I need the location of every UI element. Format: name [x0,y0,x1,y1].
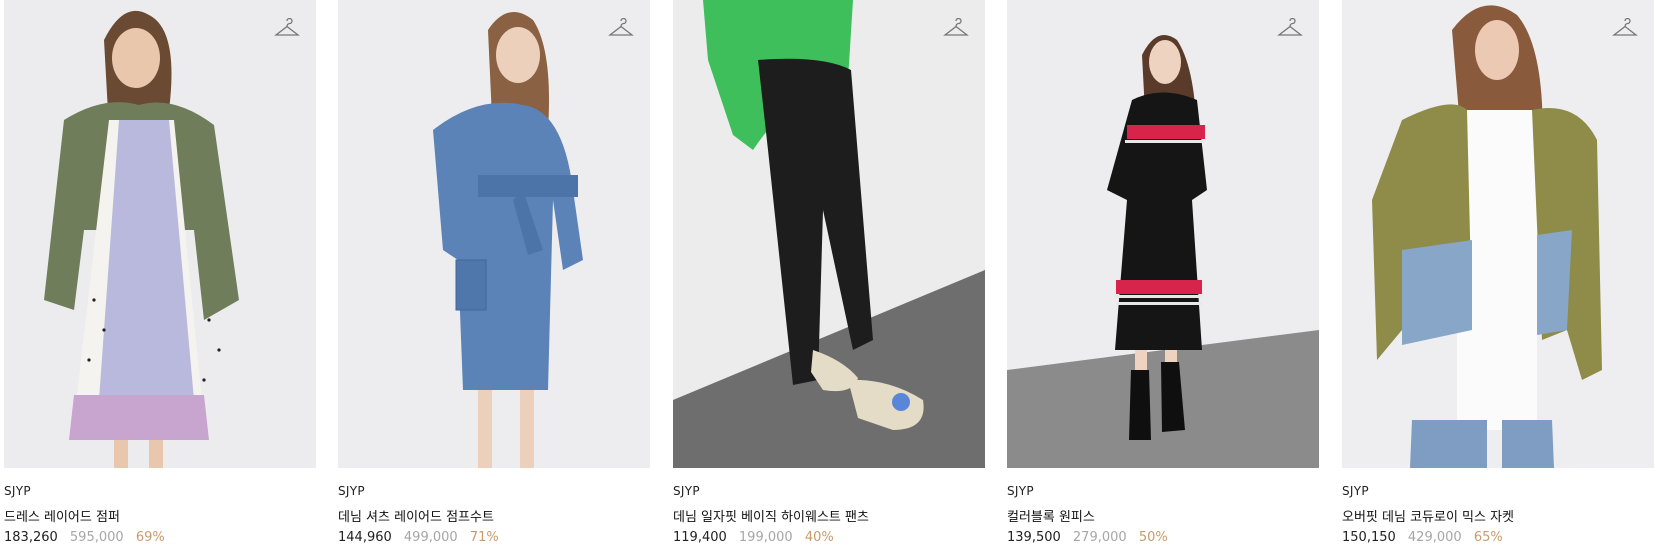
sale-price: 144,960 [338,530,392,545]
original-price: 499,000 [403,530,458,545]
product-image[interactable] [1007,0,1319,468]
original-price: 429,000 [1407,530,1462,545]
product-photo-black-pants [673,0,985,468]
product-image[interactable] [1342,0,1654,468]
hanger-icon[interactable] [943,17,969,40]
discount-rate: 69% [135,530,165,545]
product-grid: SJYP 드레스 레이어드 점퍼 183,260 595,000 69% SJY… [0,0,1659,551]
product-photo-dress-jumper [4,0,316,468]
product-brand: SJYP [338,484,365,498]
discount-rate: 65% [1473,530,1503,545]
product-brand: SJYP [673,484,700,498]
sale-price: 119,400 [673,530,727,545]
discount-rate: 40% [804,530,834,545]
product-photo-colorblock-dress [1007,0,1319,468]
product-card[interactable]: SJYP 드레스 레이어드 점퍼 183,260 595,000 69% [4,0,316,551]
hanger-icon[interactable] [608,17,634,40]
product-card[interactable]: SJYP 컬러블록 원피스 139,500 279,000 50% [1007,0,1319,551]
product-brand: SJYP [1342,484,1369,498]
product-image[interactable] [338,0,650,468]
hanger-icon[interactable] [274,17,300,40]
original-price: 279,000 [1072,530,1127,545]
product-name[interactable]: 컬러블록 원피스 [1007,506,1095,525]
discount-rate: 71% [469,530,499,545]
product-name[interactable]: 데님 셔츠 레이어드 점프수트 [338,506,494,525]
product-image[interactable] [673,0,985,468]
product-prices: 183,260 595,000 69% [4,530,165,545]
sale-price: 150,150 [1342,530,1396,545]
discount-rate: 50% [1138,530,1168,545]
product-prices: 139,500 279,000 50% [1007,530,1168,545]
product-card[interactable]: SJYP 데님 셔츠 레이어드 점프수트 144,960 499,000 71% [338,0,650,551]
sale-price: 139,500 [1007,530,1061,545]
original-price: 595,000 [69,530,124,545]
product-name[interactable]: 오버핏 데님 코듀로이 믹스 자켓 [1342,506,1514,525]
product-brand: SJYP [4,484,31,498]
hanger-icon[interactable] [1612,17,1638,40]
product-prices: 119,400 199,000 40% [673,530,834,545]
product-brand: SJYP [1007,484,1034,498]
original-price: 199,000 [738,530,793,545]
product-photo-denim-corduroy-jacket [1342,0,1654,468]
product-photo-denim-jumpsuit [338,0,650,468]
product-image[interactable] [4,0,316,468]
product-name[interactable]: 데님 일자핏 베이직 하이웨스트 팬츠 [673,506,869,525]
sale-price: 183,260 [4,530,58,545]
product-prices: 150,150 429,000 65% [1342,530,1503,545]
product-card[interactable]: SJYP 데님 일자핏 베이직 하이웨스트 팬츠 119,400 199,000… [673,0,985,551]
product-card[interactable]: SJYP 오버핏 데님 코듀로이 믹스 자켓 150,150 429,000 6… [1342,0,1654,551]
product-name[interactable]: 드레스 레이어드 점퍼 [4,506,120,525]
hanger-icon[interactable] [1277,17,1303,40]
product-prices: 144,960 499,000 71% [338,530,499,545]
